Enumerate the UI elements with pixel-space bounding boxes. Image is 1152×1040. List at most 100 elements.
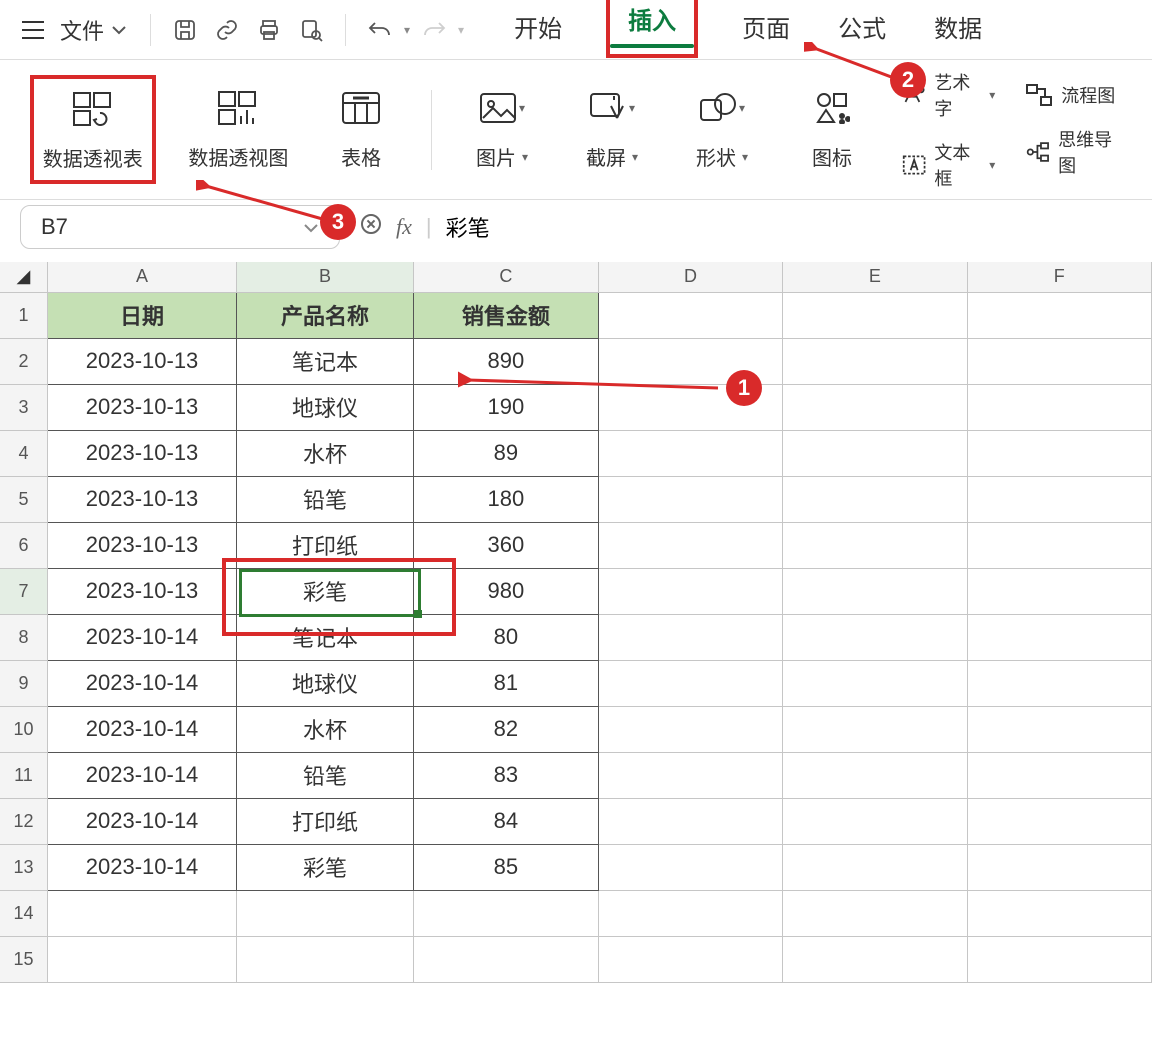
cell[interactable] (783, 844, 967, 890)
cell[interactable]: 360 (413, 522, 598, 568)
active-cell[interactable]: 彩笔 (237, 568, 414, 614)
name-box[interactable]: B7 (20, 205, 340, 249)
cell[interactable]: 2023-10-13 (47, 338, 236, 384)
cell[interactable] (783, 476, 967, 522)
screenshot-button[interactable]: ▾ 截屏▾ (572, 78, 652, 181)
cell[interactable] (598, 476, 782, 522)
cell[interactable] (598, 522, 782, 568)
cell[interactable] (47, 936, 236, 982)
cell[interactable] (783, 522, 967, 568)
pivot-table-button[interactable]: 数据透视表 (30, 75, 156, 184)
cell[interactable] (598, 660, 782, 706)
row-header[interactable]: 9 (0, 660, 47, 706)
row-header[interactable]: 13 (0, 844, 47, 890)
save-icon[interactable] (167, 12, 203, 48)
cell[interactable] (237, 936, 414, 982)
cell[interactable]: 铅笔 (237, 752, 414, 798)
cell[interactable] (967, 430, 1151, 476)
tab-start[interactable]: 开始 (510, 1, 566, 58)
cell[interactable]: 81 (413, 660, 598, 706)
tab-data[interactable]: 数据 (930, 1, 986, 58)
cell[interactable]: 2023-10-13 (47, 384, 236, 430)
cell[interactable] (598, 292, 782, 338)
cell[interactable] (783, 292, 967, 338)
cell[interactable]: 销售金额 (413, 292, 598, 338)
cell[interactable]: 80 (413, 614, 598, 660)
cell[interactable] (967, 936, 1151, 982)
row-header[interactable]: 1 (0, 292, 47, 338)
cell[interactable]: 打印纸 (237, 522, 414, 568)
cell[interactable]: 2023-10-14 (47, 752, 236, 798)
cell[interactable] (237, 890, 414, 936)
cell[interactable] (783, 384, 967, 430)
cell[interactable] (783, 568, 967, 614)
print-icon[interactable] (251, 12, 287, 48)
cell[interactable] (967, 844, 1151, 890)
flowchart-button[interactable]: 流程图 (1025, 82, 1122, 108)
row-header[interactable]: 14 (0, 890, 47, 936)
row-header[interactable]: 6 (0, 522, 47, 568)
link-icon[interactable] (209, 12, 245, 48)
fx-label[interactable]: fx (396, 214, 412, 240)
file-menu[interactable]: 文件 (52, 14, 134, 46)
cell[interactable]: 85 (413, 844, 598, 890)
cell[interactable] (598, 798, 782, 844)
cell[interactable] (783, 430, 967, 476)
col-header-E[interactable]: E (783, 262, 967, 292)
cell[interactable] (967, 568, 1151, 614)
row-header[interactable]: 10 (0, 706, 47, 752)
print-preview-icon[interactable] (293, 12, 329, 48)
cell[interactable] (967, 476, 1151, 522)
col-header-B[interactable]: B (237, 262, 414, 292)
cell[interactable] (967, 660, 1151, 706)
cell[interactable]: 980 (413, 568, 598, 614)
cell[interactable]: 2023-10-13 (47, 430, 236, 476)
cell[interactable]: 83 (413, 752, 598, 798)
cell[interactable]: 2023-10-13 (47, 522, 236, 568)
picture-button[interactable]: ▾ 图片▾ (462, 78, 542, 181)
cell[interactable] (598, 706, 782, 752)
cell[interactable]: 2023-10-14 (47, 614, 236, 660)
cell[interactable] (783, 936, 967, 982)
cell[interactable]: 190 (413, 384, 598, 430)
cell[interactable] (598, 430, 782, 476)
cell[interactable]: 日期 (47, 292, 236, 338)
cell[interactable]: 84 (413, 798, 598, 844)
cell[interactable]: 产品名称 (237, 292, 414, 338)
cancel-icon[interactable] (360, 213, 382, 241)
cell[interactable]: 2023-10-14 (47, 798, 236, 844)
cell[interactable]: 2023-10-14 (47, 706, 236, 752)
icons-button[interactable]: 图标 (792, 78, 872, 181)
row-header[interactable]: 12 (0, 798, 47, 844)
cell[interactable]: 89 (413, 430, 598, 476)
cell[interactable] (413, 890, 598, 936)
cell[interactable]: 2023-10-13 (47, 476, 236, 522)
chevron-down-icon[interactable]: ▾ (404, 23, 410, 37)
cell[interactable] (783, 614, 967, 660)
cell[interactable]: 彩笔 (237, 844, 414, 890)
cell[interactable] (598, 752, 782, 798)
redo-icon[interactable] (416, 12, 452, 48)
col-header-C[interactable]: C (413, 262, 598, 292)
cell[interactable] (967, 706, 1151, 752)
row-header[interactable]: 15 (0, 936, 47, 982)
row-header[interactable]: 5 (0, 476, 47, 522)
textbox-button[interactable]: 文本框 ▾ (902, 139, 995, 191)
table-button[interactable]: 表格 (321, 78, 401, 181)
cell[interactable]: 笔记本 (237, 614, 414, 660)
cell[interactable] (598, 844, 782, 890)
cell[interactable]: 2023-10-14 (47, 660, 236, 706)
cell[interactable]: 笔记本 (237, 338, 414, 384)
cell[interactable] (967, 752, 1151, 798)
cell[interactable]: 2023-10-14 (47, 844, 236, 890)
cell[interactable] (47, 890, 236, 936)
undo-icon[interactable] (362, 12, 398, 48)
shapes-button[interactable]: ▾ 形状▾ (682, 78, 762, 181)
cell[interactable]: 水杯 (237, 430, 414, 476)
cell[interactable]: 82 (413, 706, 598, 752)
cell[interactable] (783, 706, 967, 752)
pivot-chart-button[interactable]: 数据透视图 (186, 78, 292, 181)
cell[interactable] (413, 936, 598, 982)
cell[interactable] (967, 292, 1151, 338)
row-header[interactable]: 3 (0, 384, 47, 430)
